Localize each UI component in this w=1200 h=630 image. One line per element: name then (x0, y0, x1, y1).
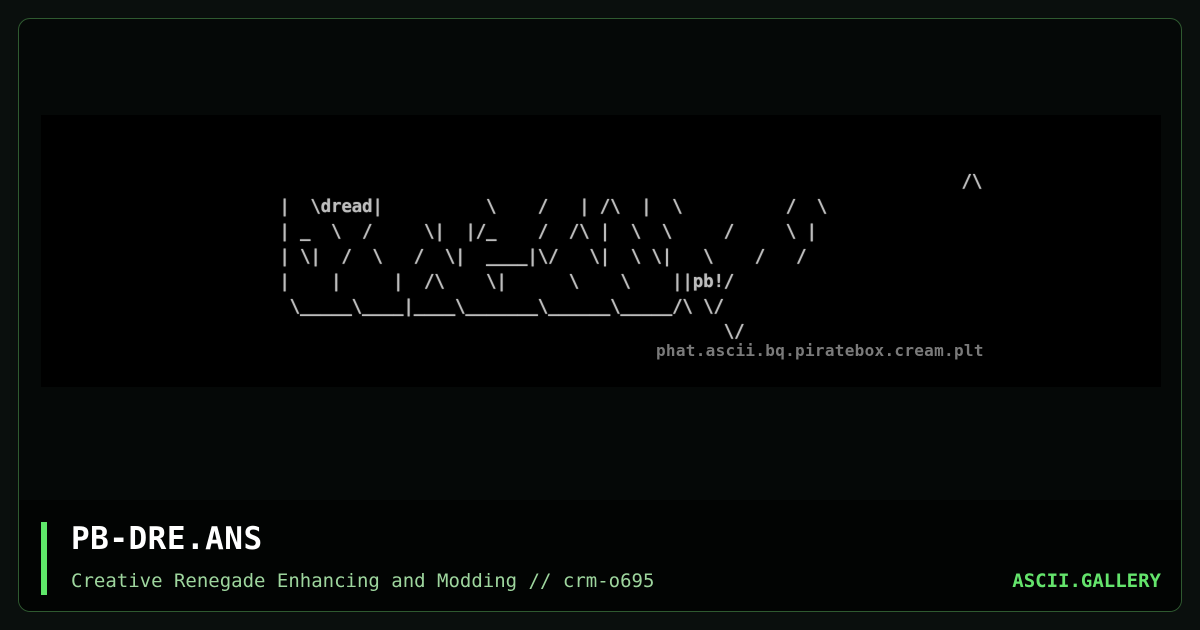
info-footer: PB-DRE.ANS Creative Renegade Enhancing a… (19, 500, 1181, 611)
card-frame: /\ | \dread| \ / | /\ | \ / \ | _ \ / \|… (18, 18, 1182, 612)
accent-bar (41, 522, 47, 595)
ascii-line: | \| / \ / \| ____|\/ \| \ \| \ / / (269, 247, 807, 267)
ascii-line: | | | /\ \| \ \ ||pb!/ (269, 272, 735, 292)
ascii-line: | _ \ / \| |/_ / /\ | \ \ / \ | (269, 222, 817, 242)
ascii-line: /\ (269, 172, 983, 192)
artwork-subtitle: Creative Renegade Enhancing and Modding … (71, 570, 655, 592)
ansi-artwork-canvas: /\ | \dread| \ / | /\ | \ / \ | _ \ / \|… (41, 115, 1161, 387)
ascii-line: | \dread| \ / | /\ | \ / \ (269, 197, 828, 217)
artwork-title: PB-DRE.ANS (71, 521, 263, 557)
ascii-art-text: /\ | \dread| \ / | /\ | \ / \ | _ \ / \|… (269, 170, 982, 345)
site-brand-link[interactable]: ASCII.GALLERY (1012, 570, 1161, 592)
artist-signature: phat.ascii.bq.piratebox.cream.plt (656, 341, 984, 360)
ascii-line: \/ (269, 322, 745, 342)
ascii-line: \_____\____|____\_______\______\_____/\ … (269, 297, 724, 317)
